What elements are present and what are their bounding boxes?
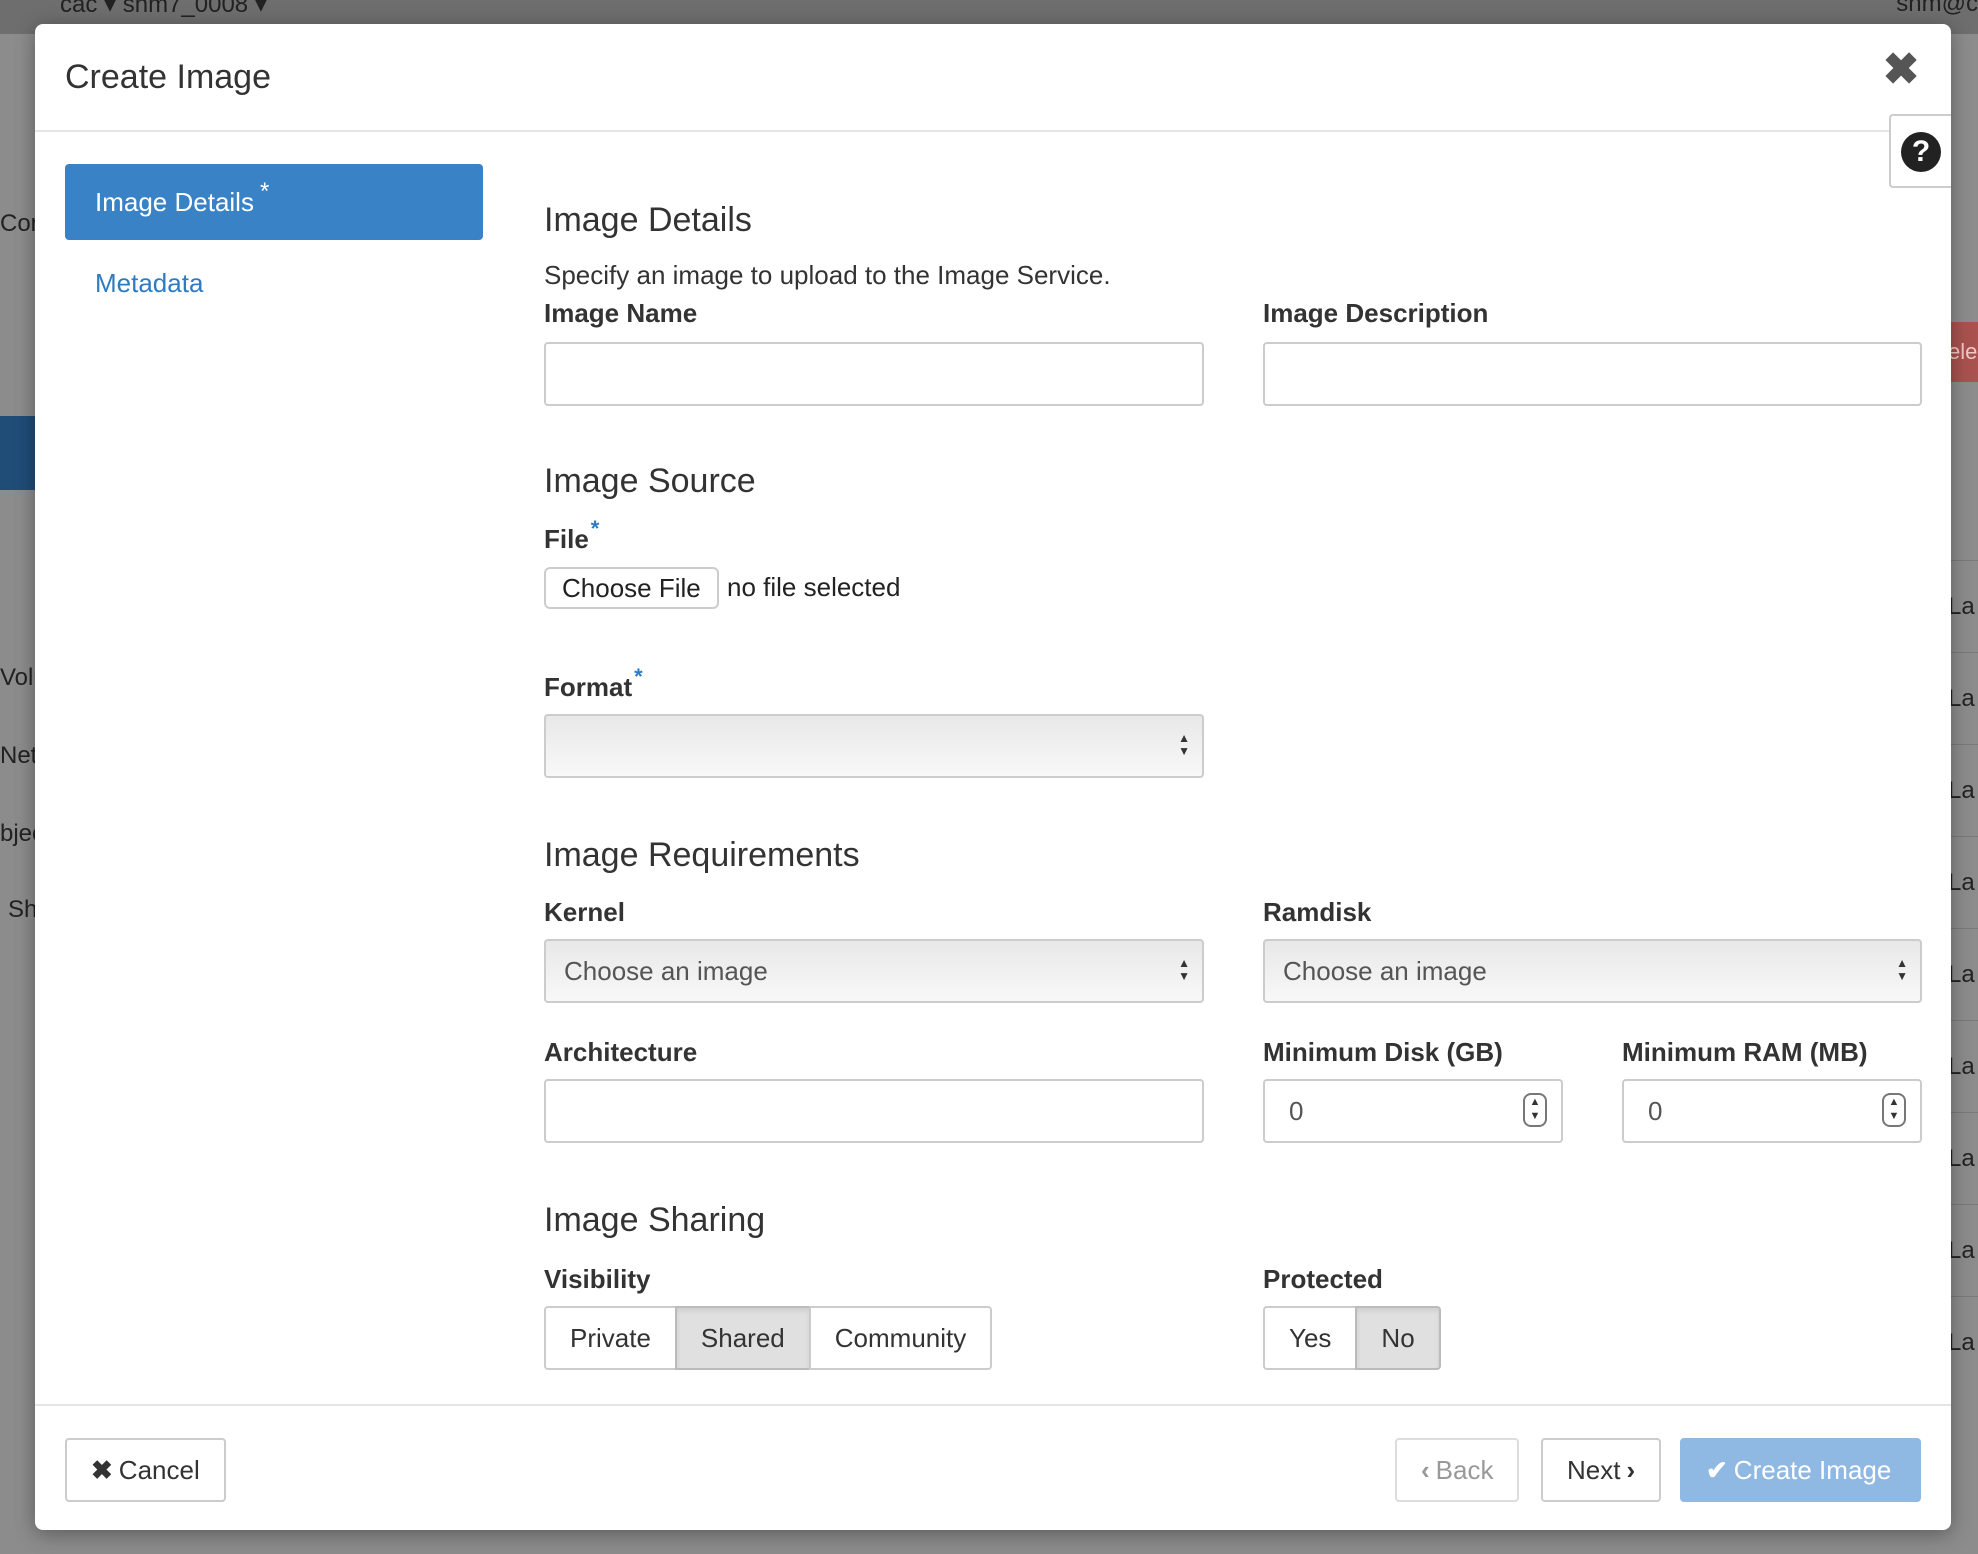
spinner-icon[interactable]: ▲ ▼ (1882, 1093, 1906, 1127)
create-image-modal: Create Image ✖ ? Image Details * Metadata… (35, 24, 1951, 1530)
image-name-input[interactable] (544, 342, 1204, 406)
kernel-select-value: Choose an image (564, 956, 768, 986)
visibility-community-button[interactable]: Community (808, 1306, 993, 1370)
check-icon: ✔ (1706, 1455, 1728, 1485)
close-icon: ✖ (91, 1455, 113, 1485)
section-title-image-source: Image Source (544, 462, 756, 500)
section-title-image-details: Image Details (544, 201, 752, 239)
file-label-text: File (544, 524, 589, 554)
create-image-button[interactable]: ✔ Create Image (1680, 1438, 1921, 1502)
protected-label: Protected (1263, 1264, 1383, 1294)
visibility-toggle-group: Private Shared Community (544, 1306, 993, 1370)
min-ram-value: 0 (1648, 1096, 1663, 1126)
file-status: no file selected (727, 572, 901, 602)
format-label: Format* (544, 664, 643, 703)
image-name-label: Image Name (544, 298, 698, 328)
select-arrows-icon: ▲ ▼ (1178, 731, 1190, 758)
next-button[interactable]: Next › (1541, 1438, 1662, 1502)
choose-file-button[interactable]: Choose File (544, 567, 719, 609)
section-title-image-requirements: Image Requirements (544, 836, 860, 874)
required-indicator: * (590, 516, 600, 541)
visibility-private-button[interactable]: Private (544, 1306, 677, 1370)
min-disk-input[interactable]: 0 ▲ ▼ (1263, 1079, 1563, 1143)
spinner-icon[interactable]: ▲ ▼ (1523, 1093, 1547, 1127)
user-menu: shm@c (1896, 0, 1978, 17)
kernel-select[interactable]: Choose an image ▲ ▼ (544, 939, 1204, 1003)
required-indicator: * (634, 664, 643, 689)
ramdisk-select[interactable]: Choose an image ▲ ▼ (1263, 939, 1922, 1003)
wizard-content: Image Details Specify an image to upload… (544, 24, 1934, 1530)
image-details-help: Specify an image to upload to the Image … (544, 260, 1111, 290)
project-selector: cac ▾ shm7_0008 ▾ (60, 0, 267, 18)
visibility-label: Visibility (544, 1264, 651, 1294)
image-description-label: Image Description (1263, 298, 1489, 328)
modal-title: Create Image (65, 58, 271, 96)
sidebar-item-label: Image Details (95, 187, 254, 217)
cancel-button[interactable]: ✖ Cancel (65, 1438, 226, 1502)
back-label: Back (1435, 1455, 1494, 1485)
min-disk-value: 0 (1289, 1096, 1304, 1126)
select-arrows-icon: ▲ ▼ (1178, 956, 1190, 983)
file-label: File* (544, 516, 599, 555)
min-disk-label: Minimum Disk (GB) (1263, 1037, 1503, 1067)
select-arrows-icon: ▲ ▼ (1896, 956, 1908, 983)
min-ram-input[interactable]: 0 ▲ ▼ (1622, 1079, 1922, 1143)
ramdisk-label: Ramdisk (1263, 897, 1372, 927)
format-select[interactable]: ▲ ▼ (544, 714, 1204, 778)
background-nav-active (0, 416, 40, 490)
next-label: Next (1567, 1455, 1621, 1485)
sidebar-item-image-details[interactable]: Image Details * (65, 164, 483, 240)
back-button[interactable]: ‹ Back (1395, 1438, 1520, 1502)
protected-toggle-group: Yes No (1263, 1306, 1441, 1370)
visibility-shared-button[interactable]: Shared (674, 1306, 811, 1370)
image-description-input[interactable] (1263, 342, 1922, 406)
architecture-input[interactable] (544, 1079, 1204, 1143)
chevron-right-icon: › (1626, 1455, 1636, 1485)
format-label-text: Format (544, 672, 633, 702)
protected-no-button[interactable]: No (1355, 1306, 1441, 1370)
protected-yes-button[interactable]: Yes (1263, 1306, 1358, 1370)
ramdisk-select-value: Choose an image (1283, 956, 1487, 986)
background-delete-button: ele (1948, 322, 1978, 382)
min-ram-label: Minimum RAM (MB) (1622, 1037, 1868, 1067)
chevron-left-icon: ‹ (1421, 1455, 1430, 1485)
kernel-label: Kernel (544, 897, 625, 927)
required-indicator: * (259, 178, 270, 205)
section-title-image-sharing: Image Sharing (544, 1201, 766, 1239)
background-nav-item: Net (0, 742, 38, 769)
background-nav-item: Sh (8, 896, 38, 923)
sidebar-item-metadata[interactable]: Metadata (95, 268, 203, 299)
architecture-label: Architecture (544, 1037, 698, 1067)
modal-footer: ✖ Cancel ‹ Back Next › ✔ Create Image (35, 1404, 1951, 1530)
create-image-label: Create Image (1733, 1455, 1892, 1485)
cancel-label: Cancel (118, 1455, 200, 1485)
